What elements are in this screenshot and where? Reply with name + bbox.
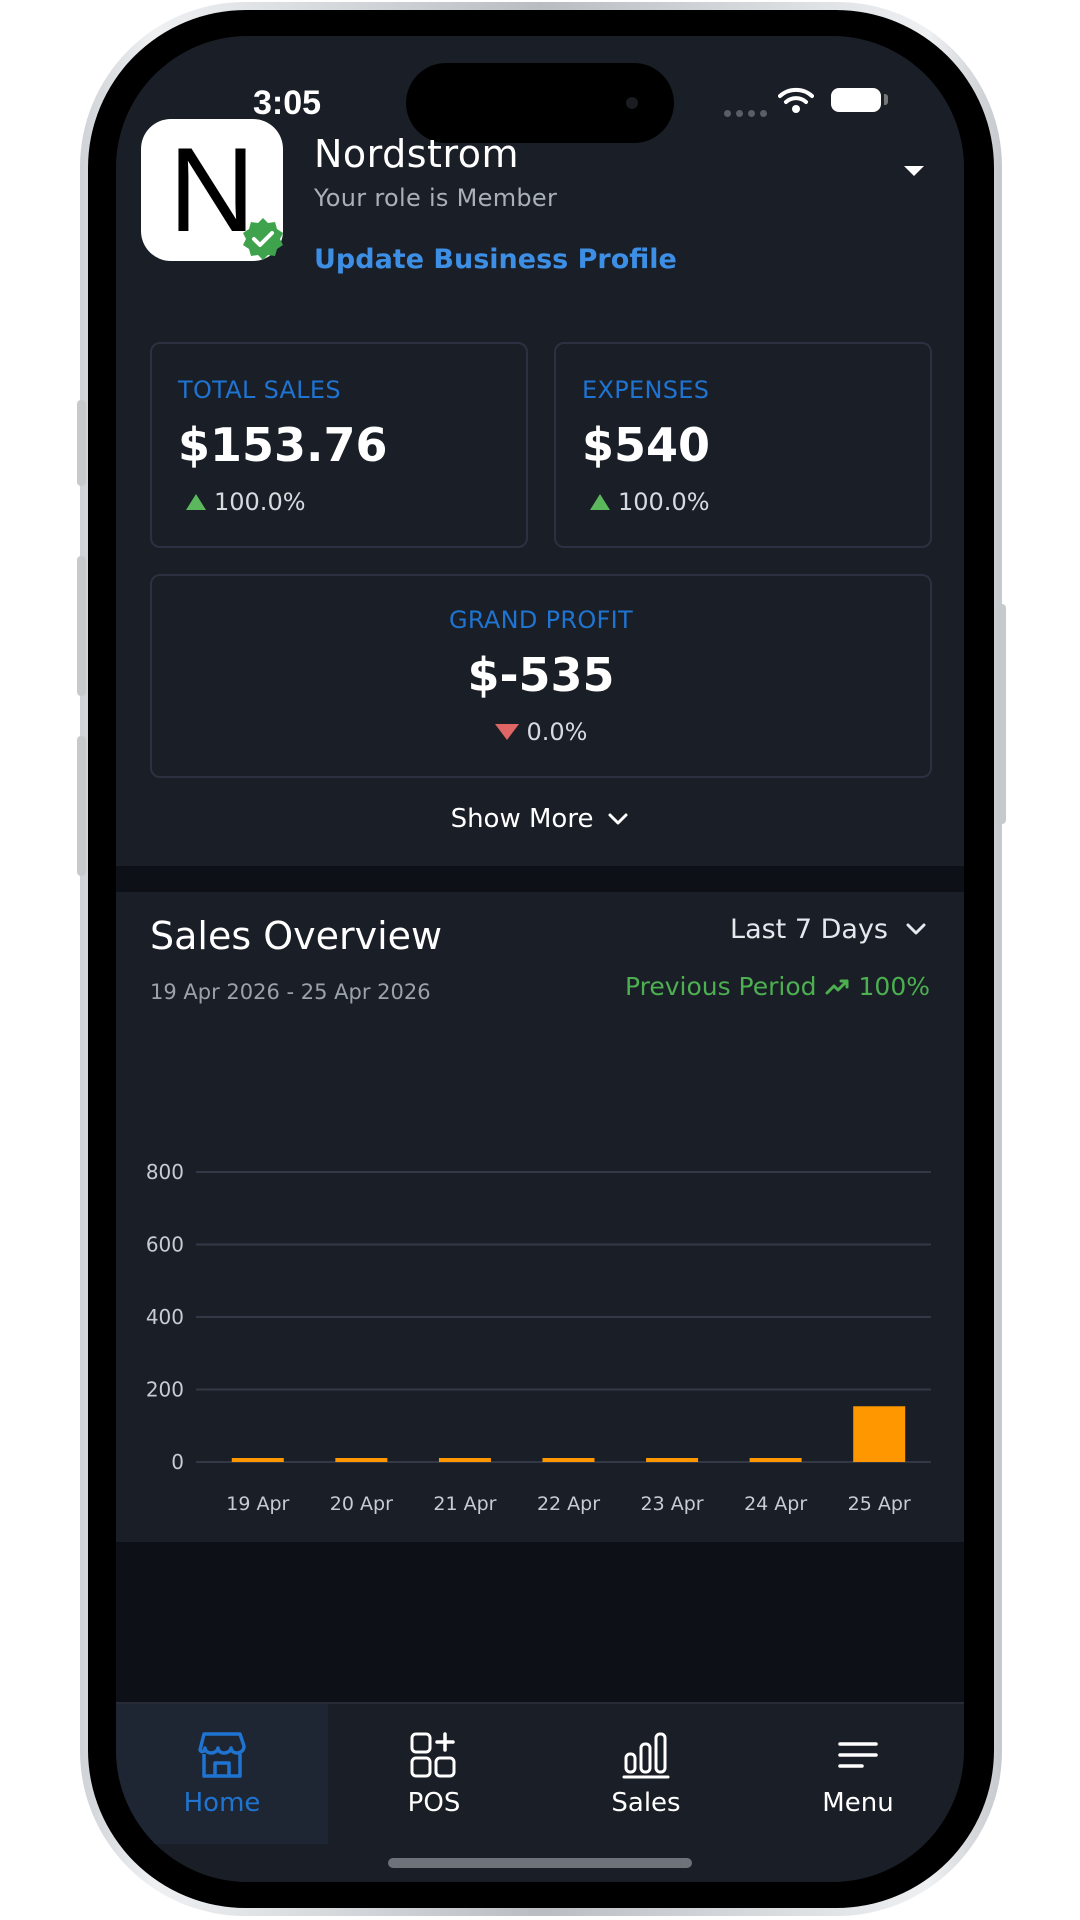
tab-home-label: Home: [183, 1788, 261, 1818]
verified-badge-icon: [243, 218, 283, 260]
x-tick-label: 22 Apr: [537, 1493, 600, 1515]
sales-bar[interactable]: [335, 1458, 388, 1462]
expenses-change-value: 100.0%: [618, 488, 710, 516]
grand-profit-value: $-535: [467, 648, 615, 702]
tab-sales[interactable]: Sales: [540, 1704, 752, 1844]
menu-icon: [838, 1742, 878, 1768]
x-tick-label: 19 Apr: [226, 1493, 289, 1515]
y-tick-label: 400: [146, 1305, 184, 1329]
sales-overview-section: Sales Overview 19 Apr 2026 - 25 Apr 2026…: [116, 892, 964, 1542]
total-sales-change: 100.0%: [186, 488, 306, 516]
wifi-icon: [778, 87, 814, 113]
sales-bar[interactable]: [231, 1458, 284, 1462]
sales-bar[interactable]: [749, 1458, 802, 1462]
chevron-down-icon: [608, 813, 628, 825]
trend-down-icon: [494, 724, 519, 740]
power-button: [997, 604, 1006, 824]
period-select[interactable]: Last 7 Days: [730, 914, 926, 945]
expenses-card[interactable]: EXPENSES $540 100.0%: [554, 342, 932, 548]
sales-bar-chart: 0 200 400 600 800 19 Apr 20 Apr 21 Apr 22 Apr 23 …: [146, 1160, 931, 1515]
sales-bar[interactable]: [853, 1406, 906, 1462]
business-name: Nordstrom: [314, 132, 520, 176]
app-screen: 3:05 N Nordstrom Your role is Member Upd…: [116, 36, 964, 1882]
chevron-down-icon: [906, 923, 926, 935]
x-tick-label: 20 Apr: [330, 1493, 393, 1515]
total-sales-card[interactable]: TOTAL SALES $153.76 100.0%: [150, 342, 528, 548]
trend-up-icon: [590, 494, 610, 510]
expenses-change: 100.0%: [590, 488, 710, 516]
battery-icon: [831, 88, 881, 112]
previous-period-label: Previous Period: [624, 972, 817, 1001]
total-sales-value: $153.76: [178, 418, 388, 472]
total-sales-change-value: 100.0%: [214, 488, 306, 516]
previous-period-comparison: Previous Period 100%: [625, 972, 930, 1001]
pos-grid-icon: [410, 1732, 456, 1778]
status-time: 3:05: [252, 84, 322, 122]
tab-pos[interactable]: POS: [328, 1704, 540, 1844]
sales-bar[interactable]: [542, 1458, 595, 1462]
tab-menu-label: Menu: [822, 1788, 894, 1818]
update-business-profile-link[interactable]: Update Business Profile: [314, 244, 677, 275]
volume-down-button: [77, 736, 86, 876]
sales-bar[interactable]: [646, 1458, 699, 1462]
volume-up-button: [77, 556, 86, 696]
trend-up-icon: [186, 494, 206, 510]
business-role: Your role is Member: [314, 184, 558, 212]
store-icon: [198, 1732, 246, 1778]
trending-up-icon: [825, 979, 849, 994]
x-tick-label: 21 Apr: [433, 1493, 496, 1515]
grand-profit-change: 0.0%: [152, 718, 930, 746]
battery-tip: [884, 94, 888, 105]
tab-home[interactable]: Home: [116, 1704, 328, 1844]
cellular-signal-icon: [724, 110, 767, 117]
y-tick-label: 0: [171, 1450, 184, 1474]
business-switch-dropdown-icon[interactable]: [902, 164, 926, 178]
tab-menu[interactable]: Menu: [752, 1704, 964, 1844]
dashboard-header: 3:05 N Nordstrom Your role is Member Upd…: [116, 36, 964, 866]
previous-period-change: 100%: [858, 972, 930, 1001]
action-button: [77, 400, 86, 486]
y-tick-label: 800: [146, 1160, 184, 1184]
x-tick-label: 24 Apr: [744, 1493, 807, 1515]
grand-profit-change-value: 0.0%: [526, 718, 588, 746]
show-more-label: Show More: [450, 804, 594, 834]
total-sales-label: TOTAL SALES: [178, 376, 341, 404]
home-indicator: [388, 1858, 692, 1868]
dynamic-island: [406, 63, 674, 143]
x-tick-label: 25 Apr: [848, 1493, 911, 1515]
sales-overview-date-range: 19 Apr 2026 - 25 Apr 2026: [150, 980, 431, 1004]
show-more-button[interactable]: Show More: [116, 804, 964, 834]
bottom-tab-bar: Home POS Sales Menu: [116, 1702, 964, 1882]
sales-overview-title: Sales Overview: [150, 914, 443, 958]
x-tick-label: 23 Apr: [641, 1493, 704, 1515]
period-select-value: Last 7 Days: [730, 914, 888, 945]
y-tick-label: 200: [146, 1378, 184, 1402]
sales-bar[interactable]: [438, 1458, 491, 1462]
tab-sales-label: Sales: [611, 1788, 681, 1818]
grand-profit-label: GRAND PROFIT: [449, 606, 633, 634]
bar-chart-icon: [622, 1732, 670, 1779]
expenses-value: $540: [582, 418, 711, 472]
grand-profit-card[interactable]: GRAND PROFIT $-535 0.0%: [150, 574, 932, 778]
y-tick-label: 600: [146, 1233, 184, 1257]
tab-pos-label: POS: [407, 1788, 461, 1818]
expenses-label: EXPENSES: [582, 376, 710, 404]
